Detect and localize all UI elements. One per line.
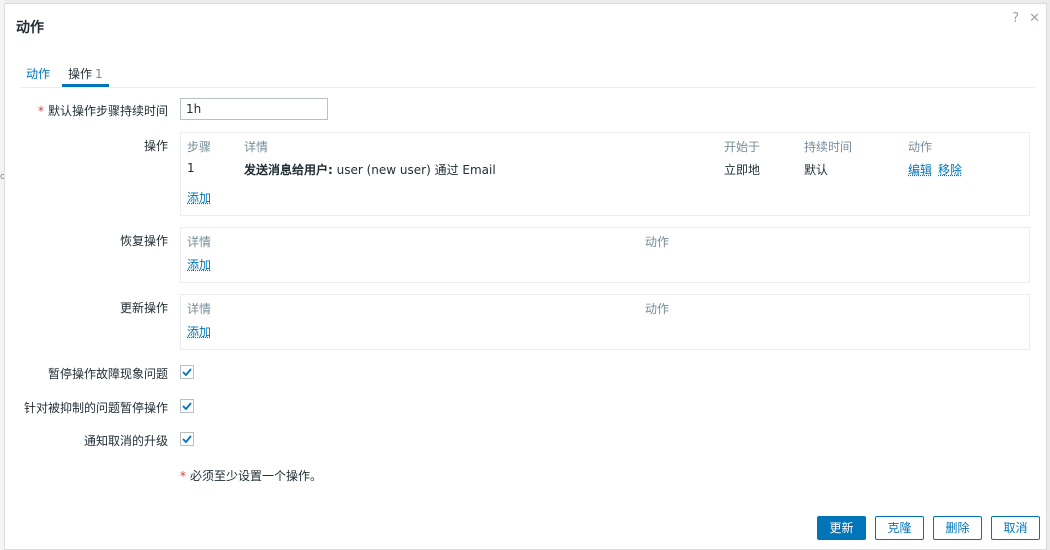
- pause-suppressed-label: 暂停操作故障现象问题: [47, 367, 168, 381]
- cancel-button[interactable]: 取消: [991, 516, 1040, 540]
- remove-link[interactable]: 移除: [938, 161, 962, 178]
- column-header-start: 开始于: [724, 140, 761, 154]
- notify-cancel-label: 通知取消的升级: [83, 434, 168, 448]
- row-detail-rest: user (new user) 通过 Email: [332, 163, 496, 177]
- row-detail: 发送消息给用户: user (new user) 通过 Email: [244, 161, 496, 178]
- action-dialog: 动作 ? ✕ 动作 操作1 *默认操作步骤持续时间 操作 步骤 详情 开始于 持…: [4, 3, 1047, 550]
- duration-label: * 默认操作步骤持续时间: [38, 102, 168, 119]
- row-start: 立即地: [724, 163, 761, 177]
- close-icon[interactable]: ✕: [1029, 11, 1040, 26]
- column-header-duration: 持续时间: [804, 140, 853, 154]
- update-button[interactable]: 更新: [817, 516, 866, 540]
- operations-table: 步骤 详情 开始于 持续时间 动作 1 发送消息给用户: user (new u…: [180, 132, 1030, 216]
- delete-button[interactable]: 删除: [933, 516, 982, 540]
- tab-action[interactable]: 动作: [20, 63, 56, 87]
- tab-bar: 动作 操作 1: [20, 63, 115, 87]
- duration-label-text: 默认操作步骤持续时间: [47, 104, 168, 118]
- column-header-detail: 详情: [244, 140, 269, 154]
- checkmark-icon: [182, 402, 192, 411]
- tab-operations[interactable]: 操作 1: [62, 63, 109, 87]
- pause-symptoms-checkbox[interactable]: [180, 399, 194, 413]
- clone-button[interactable]: 克隆: [875, 516, 924, 540]
- required-mark: *: [37, 104, 44, 118]
- update-table: 详情 动作 添加: [180, 294, 1030, 350]
- row-duration: 默认: [804, 163, 829, 177]
- update-header-detail: 详情: [187, 302, 212, 316]
- pause-suppressed-checkbox[interactable]: [180, 365, 194, 379]
- dialog-header-controls: ? ✕: [1012, 11, 1040, 26]
- recovery-table: 详情 动作 添加: [180, 227, 1030, 283]
- pause-symptoms-label: 针对被抑制的问题暂停操作: [23, 401, 168, 415]
- update-header-action: 动作: [645, 302, 670, 316]
- operations-label: 操作: [143, 139, 168, 153]
- row-detail-bold: 发送消息给用户:: [244, 163, 333, 177]
- note-text: 必须至少设置一个操作。: [190, 469, 323, 483]
- recovery-header-action: 动作: [645, 235, 670, 249]
- recovery-header-detail: 详情: [187, 235, 212, 249]
- tab-action-label: 动作: [26, 67, 51, 81]
- column-header-action: 动作: [908, 140, 933, 154]
- notify-cancel-checkbox[interactable]: [180, 432, 194, 446]
- tab-operations-label: 操作: [68, 67, 93, 81]
- recovery-label: 恢复操作: [119, 234, 168, 248]
- duration-input[interactable]: [180, 98, 328, 120]
- tab-operations-count: 1: [95, 67, 103, 81]
- edit-link[interactable]: 编辑: [908, 161, 932, 178]
- checkmark-icon: [182, 435, 192, 444]
- required-note: * 必须至少设置一个操作。: [180, 467, 322, 484]
- row-step: 1: [187, 161, 195, 175]
- update-label: 更新操作: [119, 301, 168, 315]
- note-required-mark: *: [180, 469, 186, 483]
- checkmark-icon: [182, 368, 192, 377]
- update-add-link[interactable]: 添加: [187, 323, 211, 340]
- tab-divider: [20, 87, 1035, 88]
- help-icon[interactable]: ?: [1012, 11, 1019, 26]
- recovery-add-link[interactable]: 添加: [187, 256, 211, 273]
- dialog-title: 动作: [16, 20, 44, 36]
- column-header-step: 步骤: [187, 140, 212, 154]
- operations-add-link[interactable]: 添加: [187, 189, 211, 206]
